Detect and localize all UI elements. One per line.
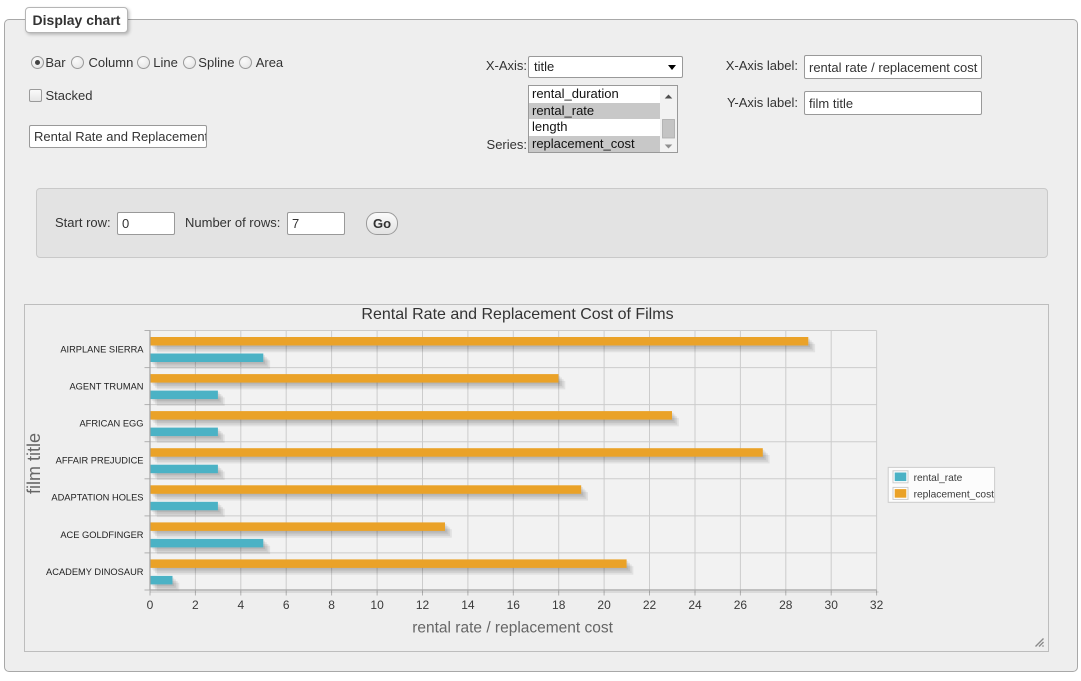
svg-text:16: 16: [507, 598, 521, 612]
svg-text:30: 30: [825, 598, 839, 612]
svg-text:AGENT TRUMAN: AGENT TRUMAN: [69, 382, 143, 392]
svg-text:AFFAIR PREJUDICE: AFFAIR PREJUDICE: [56, 456, 144, 466]
svg-text:8: 8: [328, 598, 335, 612]
svg-text:24: 24: [688, 598, 702, 612]
svg-text:AIRPLANE SIERRA: AIRPLANE SIERRA: [60, 344, 144, 354]
svg-text:0: 0: [147, 598, 154, 612]
svg-text:2: 2: [192, 598, 199, 612]
svg-text:ACADEMY DINOSAUR: ACADEMY DINOSAUR: [46, 567, 144, 577]
svg-text:ADAPTATION HOLES: ADAPTATION HOLES: [51, 493, 143, 503]
svg-text:Rental Rate and Replacement Co: Rental Rate and Replacement Cost of Film…: [361, 306, 673, 323]
svg-text:20: 20: [597, 598, 611, 612]
svg-text:14: 14: [461, 598, 475, 612]
svg-text:AFRICAN EGG: AFRICAN EGG: [79, 419, 143, 429]
svg-text:18: 18: [552, 598, 566, 612]
svg-text:ACE GOLDFINGER: ACE GOLDFINGER: [60, 530, 143, 540]
svg-text:10: 10: [370, 598, 384, 612]
svg-text:26: 26: [734, 598, 748, 612]
svg-text:22: 22: [643, 598, 657, 612]
svg-text:6: 6: [283, 598, 290, 612]
svg-text:28: 28: [779, 598, 793, 612]
svg-text:rental_rate: rental_rate: [914, 473, 963, 484]
svg-text:32: 32: [870, 598, 884, 612]
svg-text:rental rate / replacement cost: rental rate / replacement cost: [412, 619, 613, 636]
svg-text:replacement_cost: replacement_cost: [914, 489, 995, 500]
svg-text:12: 12: [416, 598, 430, 612]
svg-text:4: 4: [237, 598, 244, 612]
svg-text:film title: film title: [25, 433, 44, 494]
